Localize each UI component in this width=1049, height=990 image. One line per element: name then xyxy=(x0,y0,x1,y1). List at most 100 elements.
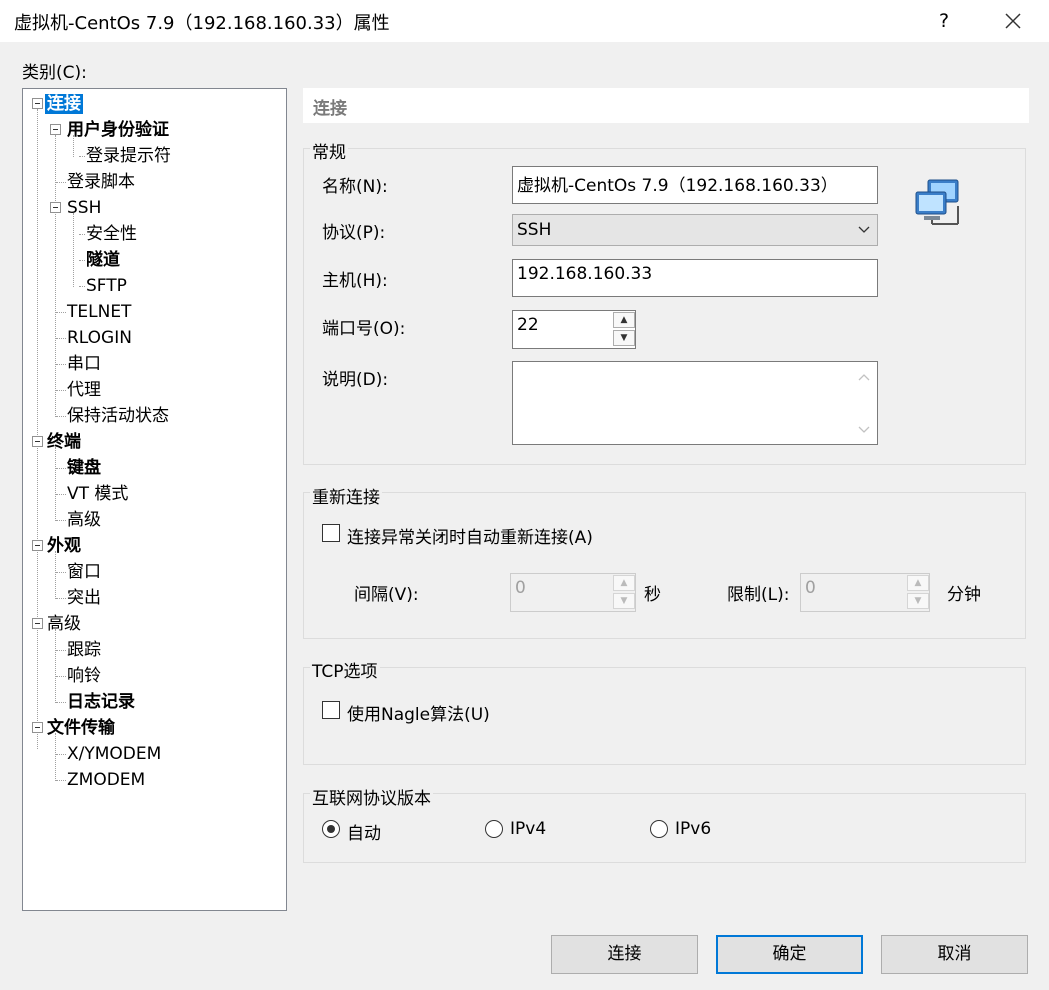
tree-item-vt-mode[interactable]: VT 模式 xyxy=(67,482,128,506)
tree-line xyxy=(55,733,56,781)
host-field[interactable]: 192.168.160.33 xyxy=(512,259,878,297)
description-scrollbar[interactable] xyxy=(853,364,875,442)
tree-item-ssh[interactable]: SSH xyxy=(67,196,101,220)
collapse-icon[interactable] xyxy=(32,98,43,109)
tree-line xyxy=(56,650,66,651)
close-icon xyxy=(1005,13,1021,29)
tree-line xyxy=(56,520,66,521)
collapse-icon[interactable] xyxy=(32,540,43,551)
tree-item-highlight[interactable]: 突出 xyxy=(67,586,101,610)
help-button[interactable]: ? xyxy=(930,7,958,35)
tree-line xyxy=(79,260,85,261)
tree-item-auth[interactable]: 用户身份验证 xyxy=(67,118,169,142)
tcp-group-title: TCP选项 xyxy=(310,657,380,682)
radio-auto-label: 自动 xyxy=(347,824,381,844)
limit-stepper[interactable]: 0 ▲ ▼ xyxy=(800,573,930,612)
spin-up-icon[interactable]: ▲ xyxy=(613,312,635,328)
category-label: 类别(C): xyxy=(22,63,87,83)
reconnect-group xyxy=(303,492,1026,639)
tree-item-terminal-advanced[interactable]: 高级 xyxy=(67,508,101,532)
tree-item-logging[interactable]: 日志记录 xyxy=(67,690,135,714)
port-stepper[interactable]: 22 ▲ ▼ xyxy=(512,310,636,349)
tree-line xyxy=(79,234,85,235)
tree-item-label: 连接 xyxy=(45,94,83,114)
tree-line xyxy=(37,109,38,749)
window-title: 虚拟机-CentOs 7.9（192.168.160.33）属性 xyxy=(14,13,390,34)
tree-item-label: 串口 xyxy=(67,354,101,374)
tree-item-label: TELNET xyxy=(67,302,132,322)
radio-auto[interactable] xyxy=(322,820,340,838)
close-button[interactable] xyxy=(996,6,1030,36)
tree-item-xymodem[interactable]: X/YMODEM xyxy=(67,742,161,766)
category-tree[interactable]: 连接 用户身份验证 登录提示符 登录脚本 SSH 安全性 隧道 SFTP TEL… xyxy=(22,88,287,911)
collapse-icon[interactable] xyxy=(50,124,61,135)
spin-down-icon[interactable]: ▼ xyxy=(613,593,635,609)
tree-line xyxy=(55,551,56,599)
tree-item-rlogin[interactable]: RLOGIN xyxy=(67,326,132,350)
tree-item-file-transfer[interactable]: 文件传输 xyxy=(47,716,115,740)
tree-item-login-script[interactable]: 登录脚本 xyxy=(67,170,135,194)
tree-item-label: 高级 xyxy=(67,510,101,530)
tree-line xyxy=(56,572,66,573)
general-group-title: 常规 xyxy=(310,138,348,163)
nagle-checkbox[interactable] xyxy=(322,701,340,719)
protocol-label: 协议(P): xyxy=(322,223,386,243)
tree-item-window[interactable]: 窗口 xyxy=(67,560,101,584)
tree-item-label: 终端 xyxy=(47,432,81,452)
panel-title: 连接 xyxy=(313,99,347,119)
tree-item-sftp[interactable]: SFTP xyxy=(86,274,127,298)
tree-line xyxy=(56,416,66,417)
spin-up-icon[interactable]: ▲ xyxy=(613,575,635,591)
tree-item-terminal[interactable]: 终端 xyxy=(47,430,81,454)
tree-item-advanced[interactable]: 高级 xyxy=(47,612,81,636)
tree-line xyxy=(55,447,56,521)
connect-button[interactable]: 连接 xyxy=(551,935,698,974)
tree-item-tunnel[interactable]: 隧道 xyxy=(86,248,120,272)
tree-item-proxy[interactable]: 代理 xyxy=(67,378,101,402)
collapse-icon[interactable] xyxy=(50,202,61,213)
name-label: 名称(N): xyxy=(322,177,388,197)
tree-item-serial[interactable]: 串口 xyxy=(67,352,101,376)
port-label: 端口号(O): xyxy=(322,319,406,339)
cancel-button[interactable]: 取消 xyxy=(881,935,1028,974)
tree-item-label: 安全性 xyxy=(86,224,137,244)
tree-line xyxy=(56,702,66,703)
network-computers-icon xyxy=(912,176,964,233)
tree-item-connection[interactable]: 连接 xyxy=(45,92,83,116)
interval-stepper[interactable]: 0 ▲ ▼ xyxy=(510,573,636,612)
collapse-icon[interactable] xyxy=(32,722,43,733)
tree-item-keepalive[interactable]: 保持活动状态 xyxy=(67,404,169,428)
tree-item-bell[interactable]: 响铃 xyxy=(67,664,101,688)
tree-item-security[interactable]: 安全性 xyxy=(86,222,137,246)
tree-line xyxy=(73,213,74,287)
tree-line xyxy=(56,338,66,339)
tree-item-keyboard[interactable]: 键盘 xyxy=(67,456,101,480)
collapse-icon[interactable] xyxy=(32,618,43,629)
tree-item-label: 登录提示符 xyxy=(86,146,171,166)
name-field[interactable]: 虚拟机-CentOs 7.9（192.168.160.33） xyxy=(512,166,878,204)
ok-button[interactable]: 确定 xyxy=(716,935,863,974)
tree-item-label: 高级 xyxy=(47,614,81,634)
tree-item-label: 保持活动状态 xyxy=(67,406,169,426)
radio-ipv4[interactable] xyxy=(485,820,503,838)
collapse-icon[interactable] xyxy=(32,436,43,447)
spin-down-icon[interactable]: ▼ xyxy=(907,593,929,609)
tree-item-label: 登录脚本 xyxy=(67,172,135,192)
interval-unit: 秒 xyxy=(644,585,661,605)
protocol-select[interactable]: SSH xyxy=(512,214,878,246)
radio-ipv6[interactable] xyxy=(650,820,668,838)
tree-line xyxy=(56,312,66,313)
spin-down-icon[interactable]: ▼ xyxy=(613,330,635,346)
tree-item-appearance[interactable]: 外观 xyxy=(47,534,81,558)
auto-reconnect-checkbox[interactable] xyxy=(322,524,340,542)
tree-line xyxy=(56,494,66,495)
tree-item-label: RLOGIN xyxy=(67,328,132,348)
tree-item-telnet[interactable]: TELNET xyxy=(67,300,131,324)
tree-item-label: 日志记录 xyxy=(67,692,135,712)
tree-line xyxy=(56,390,66,391)
tree-item-zmodem[interactable]: ZMODEM xyxy=(67,768,145,792)
tree-item-trace[interactable]: 跟踪 xyxy=(67,638,101,662)
spin-up-icon[interactable]: ▲ xyxy=(907,575,929,591)
tree-item-login-prompt[interactable]: 登录提示符 xyxy=(86,144,171,168)
description-field[interactable] xyxy=(512,361,878,445)
